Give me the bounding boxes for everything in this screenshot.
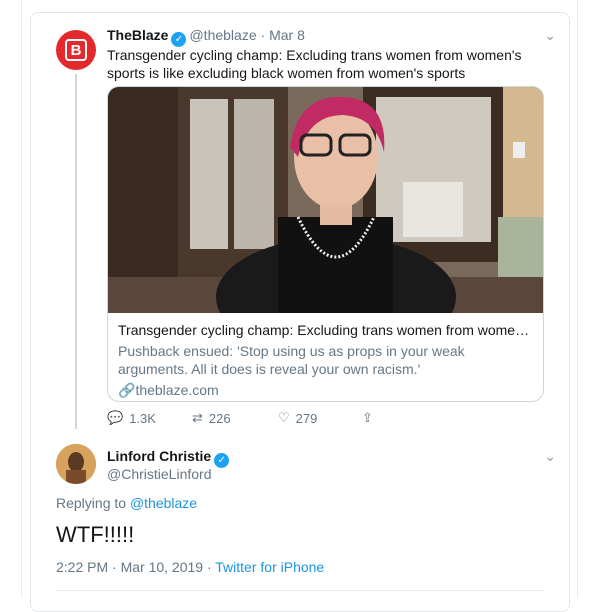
- replying-to: Replying to @theblaze: [56, 495, 197, 511]
- author-handle[interactable]: @theblaze: [189, 27, 256, 43]
- link-domain: 🔗theblaze.com: [118, 381, 533, 399]
- avatar-image: [56, 444, 96, 484]
- reply-action[interactable]: 💬 1.3K: [107, 410, 192, 426]
- page-left-rule: [21, 0, 22, 598]
- verified-icon: ✓: [171, 32, 187, 47]
- heart-icon: ♡: [278, 410, 290, 425]
- linford-avatar[interactable]: [56, 444, 96, 484]
- retweet-action[interactable]: ⇄ 226: [192, 410, 278, 426]
- like-count: 279: [295, 410, 318, 426]
- retweet-icon: ⇄: [192, 410, 203, 425]
- link-preview-card[interactable]: Transgender cycling champ: Excluding tra…: [107, 86, 544, 402]
- verified-icon: ✓: [214, 453, 230, 468]
- replying-to-handle[interactable]: @theblaze: [130, 495, 197, 511]
- share-icon: ⇪: [362, 410, 373, 425]
- replying-prefix: Replying to: [56, 495, 127, 511]
- thumbnail-image: [108, 87, 543, 313]
- like-action[interactable]: ♡ 279: [278, 410, 362, 426]
- reply-icon: 💬: [107, 410, 124, 425]
- page-right-rule: [577, 0, 578, 598]
- reply-text: WTF!!!!!: [56, 522, 135, 547]
- quoted-tweet-header: TheBlaze ✓ @theblaze · Mar 8: [107, 26, 305, 47]
- chevron-down-icon[interactable]: ⌄: [544, 27, 556, 44]
- link-description: Pushback ensued: 'Stop using us as props…: [118, 343, 465, 377]
- reply-author-name[interactable]: Linford Christie: [107, 448, 211, 464]
- reply-timestamp[interactable]: 2:22 PM · Mar 10, 2019 ·: [56, 559, 212, 575]
- tweet-date[interactable]: · Mar 8: [261, 27, 305, 43]
- video-thumbnail[interactable]: [108, 87, 543, 313]
- divider: [56, 590, 544, 591]
- share-action[interactable]: ⇪: [362, 410, 373, 426]
- theblaze-logo-icon: B: [65, 39, 87, 61]
- tweet-actions: 💬 1.3K ⇄ 226 ♡ 279 ⇪: [107, 410, 373, 426]
- thread-line: [75, 74, 77, 429]
- reply-meta: 2:22 PM · Mar 10, 2019 · Twitter for iPh…: [56, 559, 324, 575]
- chevron-down-icon[interactable]: ⌄: [544, 448, 556, 465]
- author-name[interactable]: TheBlaze: [107, 27, 168, 43]
- retweet-count: 226: [208, 410, 231, 426]
- reply-source[interactable]: Twitter for iPhone: [215, 559, 324, 575]
- tweet-text: Transgender cycling champ: Excluding tra…: [107, 47, 522, 81]
- theblaze-avatar[interactable]: B: [56, 30, 96, 70]
- reply-header: Linford Christie ✓: [107, 447, 232, 468]
- reply-author-handle[interactable]: @ChristieLinford: [107, 466, 211, 482]
- link-domain-text: theblaze.com: [135, 382, 219, 398]
- link-icon: 🔗: [118, 382, 136, 398]
- link-title[interactable]: Transgender cycling champ: Excluding tra…: [118, 321, 533, 339]
- reply-count: 1.3K: [129, 410, 156, 426]
